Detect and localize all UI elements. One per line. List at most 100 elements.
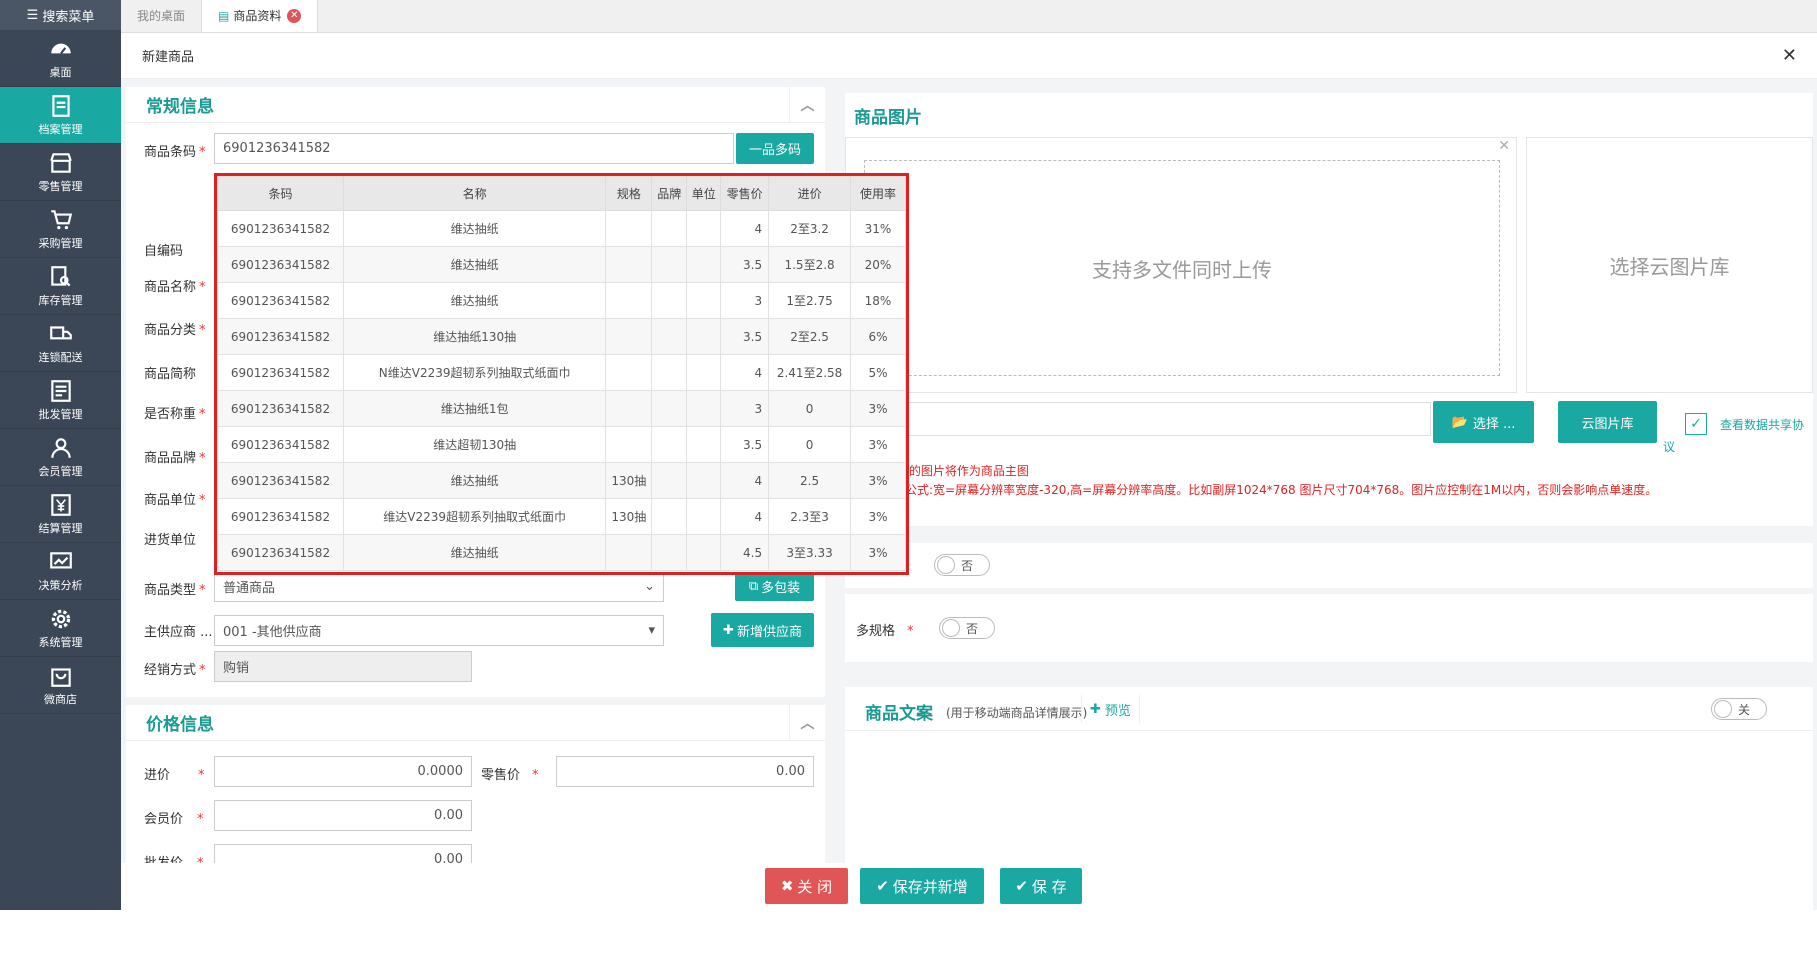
sidebar-item-microstore[interactable]: 微商店 [0, 657, 121, 714]
caret-down-icon: ▾ [648, 623, 655, 638]
cloud-library-button[interactable]: 云图片库 [1558, 401, 1657, 443]
suggestion-row[interactable]: 6901236341582 维达抽纸 3 1至2.75 18% [217, 282, 906, 319]
suggestion-cell: 3% [850, 534, 906, 571]
suggestion-cell: 维达V2239超韧系列抽取式纸面巾 [342, 498, 607, 535]
suggestion-row[interactable]: 6901236341582 维达超韧130抽 3.5 0 3% [217, 426, 906, 463]
product-copy-heading: 商品文案 [865, 704, 933, 724]
file-input[interactable]: 件... [845, 402, 1431, 436]
collapse-icon[interactable]: ︿ [789, 705, 825, 741]
multi-spec-panel: 多规格 * 否 [845, 594, 1813, 662]
close-button[interactable]: ✖ 关 闭 [765, 868, 848, 904]
suggestion-cell [686, 390, 722, 427]
sidebar-item-desktop[interactable]: 桌面 [0, 30, 121, 87]
sidebar-item-inventory[interactable]: 库存管理 [0, 258, 121, 315]
type-label: 商品类型 * [144, 583, 206, 598]
product-copy-toggle[interactable]: 关 [1711, 698, 1767, 720]
general-info-heading: 常规信息 ︿ [126, 87, 825, 123]
barcode-input[interactable]: 6901236341582 [214, 133, 734, 164]
suggestion-cell: 6901236341582 [217, 210, 344, 247]
retail-price-input[interactable]: 0.00 [556, 756, 814, 787]
menu-search[interactable]: ☰ 搜索菜单 [0, 0, 121, 30]
suggestion-cell: 3% [850, 426, 906, 463]
suggestion-row[interactable]: 6901236341582 维达抽纸 4 2至3.2 31% [217, 210, 906, 247]
suggestion-column-header: 使用率 [850, 176, 906, 211]
collapse-icon[interactable]: ︿ [789, 87, 825, 123]
suggestion-cell: 6901236341582 [217, 390, 344, 427]
preview-button[interactable]: ✚ 预览 [1081, 695, 1140, 723]
suggestion-column-header: 规格 [605, 176, 653, 211]
check-icon: ✔ [1015, 877, 1028, 895]
save-button[interactable]: ✔ 保 存 [1000, 868, 1082, 904]
supplier-select[interactable]: 001 -其他供应商 ▾ [214, 615, 664, 646]
suggestion-cell [605, 426, 653, 463]
tab-product-info[interactable]: ▤ 商品资料 ✕ [202, 0, 319, 32]
suggestion-cell [605, 318, 653, 355]
suggestion-cell [605, 282, 653, 319]
short-name-label: 商品简称 [144, 367, 197, 382]
suggestion-cell [686, 282, 722, 319]
suggestion-header-row: 条码 名称 规格 品牌 单位 零售价 进价 使用率 [217, 176, 906, 211]
choose-file-button[interactable]: 📂 选择 ... [1433, 401, 1534, 443]
suggestion-cell [686, 210, 722, 247]
sidebar-item-member[interactable]: 会员管理 [0, 429, 121, 486]
suggestion-row[interactable]: 6901236341582 维达抽纸1包 3 0 3% [217, 390, 906, 427]
member-price-label: 会员价 * [144, 812, 204, 827]
suggestion-row[interactable]: 6901236341582 维达V2239超韧系列抽取式纸面巾 130抽 4 2.3至3… [217, 498, 906, 535]
suggestion-row[interactable]: 6901236341582 N维达V2239超韧系列抽取式纸面巾 4 2.41至2.5… [217, 354, 906, 391]
type-select[interactable]: 普通商品 ⌄ [214, 571, 664, 602]
multi-spec-toggle[interactable]: 否 [939, 617, 995, 639]
suggestion-column-header: 零售价 [720, 176, 770, 211]
option-toggle[interactable]: 否 [934, 554, 990, 576]
cost-price-input[interactable]: 0.0000 [214, 756, 472, 787]
add-supplier-button[interactable]: ✚ 新增供应商 [711, 613, 814, 647]
share-agreement-link[interactable]: 查看数据共享协 [1720, 416, 1804, 433]
suggestion-row[interactable]: 6901236341582 维达抽纸 3.5 1.5至2.8 20% [217, 246, 906, 283]
multi-code-button[interactable]: 一品多码 [736, 133, 814, 164]
tab-my-desktop[interactable]: 我的桌面 [121, 0, 203, 32]
sidebar-item-purchase[interactable]: 采购管理 [0, 201, 121, 258]
save-and-new-button[interactable]: ✔ 保存并新增 [860, 868, 984, 904]
suggestion-cell [651, 318, 688, 355]
upload-area[interactable]: ✕ 支持多文件同时上传 [845, 137, 1517, 393]
suggestion-cell: 0 [768, 426, 851, 463]
suggestion-cell: 维达抽纸1包 [342, 390, 607, 427]
suggestion-column-header: 名称 [342, 176, 607, 211]
sidebar-item-analysis[interactable]: 决策分析 [0, 543, 121, 600]
suggestion-cell: 3 [720, 282, 770, 319]
cloud-library-area[interactable]: 选择云图片库 [1526, 137, 1813, 393]
close-icon[interactable]: ✕ [1782, 45, 1797, 66]
barcode-suggestion-dropdown: 条码 名称 规格 品牌 单位 零售价 进价 使用率 6901236341582 维达抽纸 4 2至3… [214, 173, 909, 575]
suggestion-column-header: 单位 [686, 176, 722, 211]
category-label: 商品分类 * [144, 323, 206, 338]
close-icon[interactable]: ✕ [1498, 138, 1510, 154]
suggestion-cell [686, 426, 722, 463]
suggestion-cell: 1至2.75 [768, 282, 851, 319]
sidebar-item-archive[interactable]: 档案管理 [0, 87, 121, 144]
suggestion-cell [651, 534, 688, 571]
suggestion-cell [651, 246, 688, 283]
weighed-label: 是否称重 * [144, 407, 206, 422]
folder-icon: 📂 [1451, 414, 1468, 430]
sidebar-item-distribution[interactable]: 连锁配送 [0, 315, 121, 372]
suggestion-cell [605, 534, 653, 571]
multi-pack-button[interactable]: ⧉ 多包装 [735, 571, 814, 601]
suggestion-cell [651, 210, 688, 247]
search-menu-label: 搜索菜单 [42, 9, 95, 25]
suggestion-row[interactable]: 6901236341582 维达抽纸 130抽 4 2.5 3% [217, 462, 906, 499]
suggestion-cell: 6901236341582 [217, 282, 344, 319]
dialog-title: 新建商品 [142, 50, 195, 65]
suggestion-row[interactable]: 6901236341582 维达抽纸 4.5 3至3.33 3% [217, 534, 906, 571]
share-agreement-link-wrap[interactable]: 议 [1663, 438, 1675, 455]
share-agreement-checkbox[interactable]: ✓ [1685, 413, 1707, 435]
suggestion-row[interactable]: 6901236341582 维达抽纸130抽 3.5 2至2.5 6% [217, 318, 906, 355]
sidebar-item-system[interactable]: 系统管理 [0, 600, 121, 657]
sidebar-item-settlement[interactable]: 结算管理 [0, 486, 121, 543]
sidebar-item-retail[interactable]: 零售管理 [0, 144, 121, 201]
tab-close-icon[interactable]: ✕ [287, 8, 302, 23]
suggestion-cell: 维达抽纸 [342, 462, 607, 499]
sidebar-item-wholesale[interactable]: 批发管理 [0, 372, 121, 429]
member-price-input[interactable]: 0.00 [214, 800, 472, 831]
suggestion-cell: 3% [850, 498, 906, 535]
yen-icon [50, 494, 71, 516]
suggestion-cell: 6901236341582 [217, 246, 344, 283]
